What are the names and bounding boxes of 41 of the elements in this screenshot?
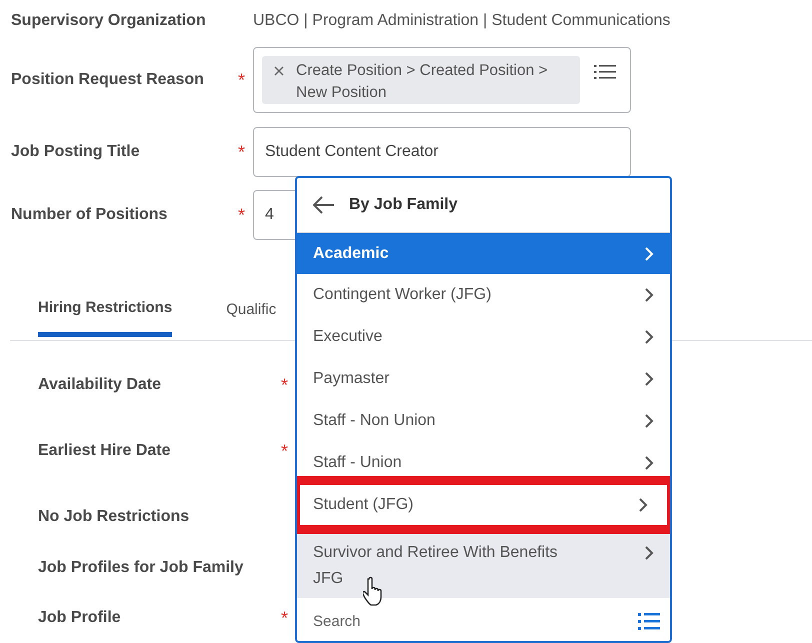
field-label: Job Profiles for Job Family [38,559,244,577]
remove-icon[interactable] [274,66,284,76]
field-label: Supervisory Organization [11,12,207,30]
chevron-right-icon [644,545,654,561]
multiselect-field[interactable]: Create Position > Created Position > New Position [253,47,631,113]
chevron-right-icon [644,287,654,303]
required-asterisk: * [281,608,290,628]
menu-item[interactable]: Academic [297,233,670,274]
chevron-right-icon [644,329,654,345]
menu-item[interactable]: Survivor and Retiree With Benefits JFG [297,534,670,598]
text-field[interactable]: Student Content Creator [253,127,631,177]
menu-item[interactable]: Contingent Worker (JFG) [297,274,670,316]
required-asterisk: * [238,142,246,162]
chevron-right-icon [638,497,648,513]
field-label: Job Posting Title [11,143,141,161]
field-label: Number of Positions [11,206,168,224]
chevron-right-icon [644,246,654,262]
menu-item[interactable]: Executive [297,316,670,358]
field-label: Position Request Reason [11,71,205,89]
menu-item[interactable]: Paymaster [297,358,670,400]
dropdown-title: By Job Family [349,196,458,214]
tab[interactable]: Qualific [226,280,276,337]
field-value: UBCO | Program Administration | Student Communications [253,12,670,30]
required-asterisk: * [281,374,290,396]
required-asterisk: * [281,440,290,462]
field-label: Availability Date [38,376,162,394]
required-asterisk: * [238,204,246,226]
chevron-right-icon [644,455,654,471]
chip-label: Create Position > Created Position > New Position [296,61,549,103]
chevron-right-icon [644,371,654,387]
list-icon[interactable] [594,64,616,80]
field-label: Earliest Hire Date [38,442,172,460]
list-icon[interactable] [638,612,660,630]
back-arrow-icon[interactable] [313,196,335,214]
required-asterisk: * [238,70,246,90]
annotated-menu-item[interactable]: Student (JFG) [297,476,670,534]
chevron-right-icon [644,413,654,429]
menu-item[interactable]: Staff - Non Union [297,400,670,442]
field-label: No Job Restrictions [38,508,190,526]
field-label: Job Profile [38,609,122,627]
tab[interactable]: Hiring Restrictions [38,280,172,337]
